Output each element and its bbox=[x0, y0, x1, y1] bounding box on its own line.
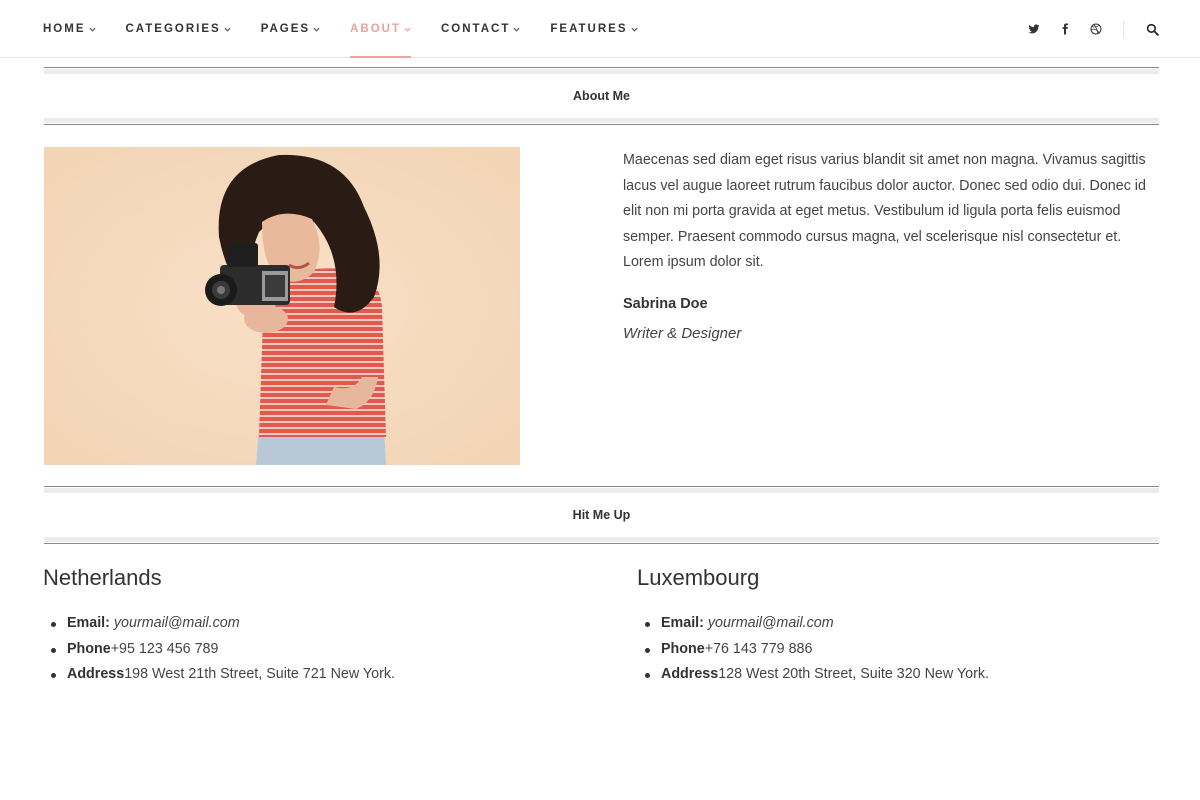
chevron-down-icon bbox=[513, 27, 520, 32]
author-name: Sabrina Doe bbox=[623, 296, 708, 312]
section-title: Hit Me Up bbox=[572, 508, 631, 522]
nav-item-home[interactable]: HOME bbox=[43, 0, 96, 58]
email-label: Email: bbox=[661, 615, 704, 631]
section-title: About Me bbox=[573, 89, 630, 103]
nav-item-label: CONTACT bbox=[441, 23, 511, 35]
phone-label: Phone bbox=[661, 640, 705, 657]
address-value: 198 West 21th Street, Suite 721 New York… bbox=[124, 666, 395, 682]
author-role: Writer & Designer bbox=[623, 325, 742, 342]
nav-item-features[interactable]: FEATURES bbox=[550, 0, 638, 58]
office-city: Netherlands bbox=[43, 565, 162, 590]
site-header: HOME CATEGORIES PAGES ABOUT CONTACT FEAT… bbox=[0, 0, 1200, 58]
list-item: Email: yourmail@mail.com bbox=[43, 611, 603, 637]
facebook-icon[interactable] bbox=[1058, 22, 1072, 36]
office-city: Luxembourg bbox=[637, 565, 760, 590]
email-label: Email: bbox=[67, 615, 110, 631]
nav-item-categories[interactable]: CATEGORIES bbox=[126, 0, 231, 58]
nav-item-contact[interactable]: CONTACT bbox=[441, 0, 520, 58]
phone-label: Phone bbox=[67, 640, 111, 657]
chevron-down-icon bbox=[88, 27, 96, 32]
email-value[interactable]: yourmail@mail.com bbox=[114, 615, 240, 631]
nav-item-label: CATEGORIES bbox=[125, 23, 221, 35]
search-icon[interactable] bbox=[1144, 21, 1160, 37]
twitter-icon[interactable] bbox=[1027, 22, 1041, 36]
list-item: Phone+76 143 779 886 bbox=[637, 637, 1197, 663]
nav-item-label: PAGES bbox=[260, 23, 311, 35]
nav-item-label: ABOUT bbox=[350, 23, 401, 35]
chevron-down-icon bbox=[313, 27, 320, 32]
address-label: Address bbox=[661, 666, 719, 682]
chevron-down-icon bbox=[404, 27, 411, 32]
nav-item-pages[interactable]: PAGES bbox=[261, 0, 320, 58]
address-value: 128 West 20th Street, Suite 320 New York… bbox=[718, 666, 989, 682]
about-section-header: About Me bbox=[44, 67, 1159, 129]
office-luxembourg: Luxembourg Email: yourmail@mail.com Phon… bbox=[637, 565, 1197, 688]
header-actions bbox=[1010, 0, 1160, 58]
dribbble-icon[interactable] bbox=[1089, 22, 1103, 36]
list-item: Phone+95 123 456 789 bbox=[43, 637, 603, 663]
office-details: Email: yourmail@mail.com Phone+76 143 77… bbox=[637, 611, 1197, 688]
chevron-down-icon bbox=[630, 27, 638, 32]
nav-item-about[interactable]: ABOUT bbox=[350, 0, 411, 58]
list-item: Address128 West 20th Street, Suite 320 N… bbox=[637, 662, 1197, 688]
contact-section-header: Hit Me Up bbox=[44, 486, 1159, 548]
author-bio: Maecenas sed diam eget risus varius blan… bbox=[623, 152, 1146, 270]
office-details: Email: yourmail@mail.com Phone+95 123 45… bbox=[43, 611, 603, 688]
phone-value: +95 123 456 789 bbox=[110, 640, 219, 657]
list-item: Email: yourmail@mail.com bbox=[637, 611, 1197, 637]
email-value[interactable]: yourmail@mail.com bbox=[708, 615, 834, 631]
list-item: Address198 West 21th Street, Suite 721 N… bbox=[43, 662, 603, 688]
nav-item-label: FEATURES bbox=[550, 23, 628, 35]
author-photo bbox=[44, 147, 520, 465]
address-label: Address bbox=[67, 666, 125, 682]
header-divider bbox=[1123, 21, 1124, 37]
chevron-down-icon bbox=[224, 27, 231, 32]
office-netherlands: Netherlands Email: yourmail@mail.com Pho… bbox=[43, 565, 603, 688]
phone-value: +76 143 779 886 bbox=[704, 640, 813, 657]
main-nav: HOME CATEGORIES PAGES ABOUT CONTACT FEAT… bbox=[43, 0, 668, 58]
nav-item-label: HOME bbox=[43, 23, 86, 35]
